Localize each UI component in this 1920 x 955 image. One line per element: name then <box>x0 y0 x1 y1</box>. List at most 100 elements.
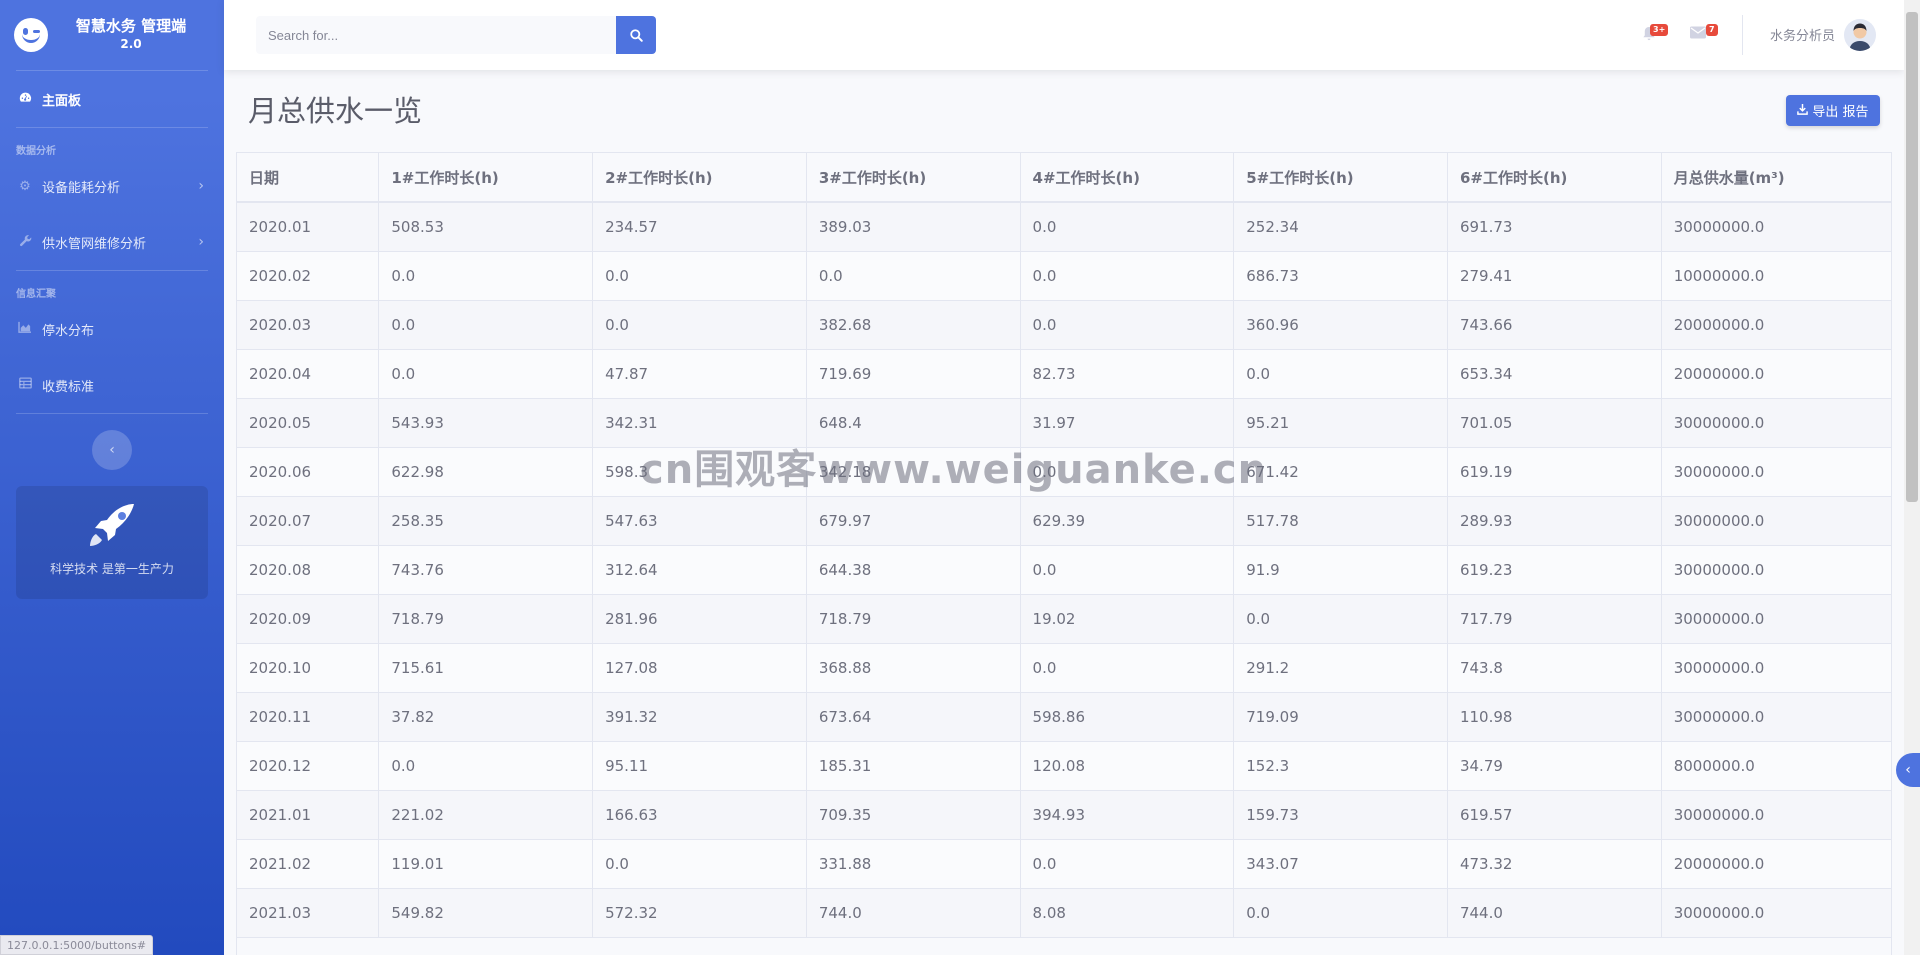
sidebar-item-pipe-repair[interactable]: 供水管网维修分析 › <box>0 214 224 270</box>
table-cell: 382.68 <box>806 300 1021 350</box>
table-header-cell[interactable]: 6#工作时长(h) <box>1447 153 1662 203</box>
sidebar-item-outage[interactable]: 停水分布 <box>0 301 224 357</box>
search-button[interactable] <box>616 16 656 54</box>
sidebar-item-label: 停水分布 <box>42 323 95 339</box>
gear-icon: ⚙ <box>19 178 31 194</box>
table-cell: 549.82 <box>378 888 594 938</box>
table-cell: 185.31 <box>806 741 1021 791</box>
rocket-icon <box>82 500 142 552</box>
table-cell: 110.98 <box>1447 692 1662 742</box>
sidebar-item-dashboard[interactable]: 主面板 <box>0 71 224 127</box>
brand[interactable]: 智慧水务 管理端 2.0 <box>0 0 224 70</box>
table-cell: 30000000.0 <box>1661 790 1891 840</box>
table-cell: 0.0 <box>1233 888 1448 938</box>
table-cell: 547.63 <box>592 496 807 546</box>
table-cell: 718.79 <box>806 594 1021 644</box>
table-cell: 8.08 <box>1020 888 1235 938</box>
table-cell: 2020.06 <box>237 447 380 497</box>
table-cell: 0.0 <box>378 251 594 301</box>
water-supply-table: 日期 1#工作时长(h) 2#工作时长(h) 3#工作时长(h) 4#工作时长(h) 5#… <box>237 153 1891 938</box>
search-input[interactable] <box>256 16 616 54</box>
table-body: 2020.01 508.53 234.57 389.03 0.0 252.34 691.73… <box>237 202 1891 938</box>
table-cell: 619.23 <box>1447 545 1662 595</box>
table-cell: 743.8 <box>1447 643 1662 693</box>
table-cell: 719.69 <box>806 349 1021 399</box>
table-cell: 20000000.0 <box>1661 349 1891 399</box>
table-cell: 20000000.0 <box>1661 300 1891 350</box>
table-header-cell[interactable]: 2#工作时长(h) <box>592 153 807 203</box>
sidebar-item-device-energy[interactable]: ⚙ 设备能耗分析 › <box>0 158 224 214</box>
sidebar-toggle-button[interactable]: ‹ <box>92 430 132 470</box>
table-cell: 312.64 <box>592 545 807 595</box>
table-cell: 10000000.0 <box>1661 251 1891 301</box>
user-name[interactable]: 水务分析员 <box>1770 25 1835 44</box>
sidebar-heading-analysis: 数据分析 <box>16 146 56 157</box>
side-panel-toggle[interactable]: ‹ <box>1896 753 1920 787</box>
table-cell: 221.02 <box>378 790 594 840</box>
table-cell: 2020.10 <box>237 643 380 693</box>
table-cell: 0.0 <box>592 251 807 301</box>
table-cell: 2020.05 <box>237 398 380 448</box>
table-cell: 234.57 <box>592 202 807 252</box>
table-cell: 19.02 <box>1020 594 1235 644</box>
page-title: 月总供水一览 <box>248 94 423 128</box>
messages-button[interactable] <box>1690 26 1706 43</box>
table-header-cell[interactable]: 1#工作时长(h) <box>378 153 594 203</box>
table-cell: 258.35 <box>378 496 594 546</box>
table-cell: 2020.02 <box>237 251 380 301</box>
table-cell: 252.34 <box>1233 202 1448 252</box>
table-cell: 37.82 <box>378 692 594 742</box>
table-cell: 368.88 <box>806 643 1021 693</box>
sidebar-item-label: 供水管网维修分析 <box>42 236 147 252</box>
table-cell: 0.0 <box>1020 545 1235 595</box>
table-cell: 152.3 <box>1233 741 1448 791</box>
sidebar-promo-card: 科学技术 是第一生产力 <box>16 486 208 599</box>
table-cell: 508.53 <box>378 202 594 252</box>
table-cell: 343.07 <box>1233 839 1448 889</box>
table-cell: 0.0 <box>378 349 594 399</box>
table-cell: 120.08 <box>1020 741 1235 791</box>
table-cell: 717.79 <box>1447 594 1662 644</box>
table-cell: 127.08 <box>592 643 807 693</box>
table-cell: 2020.04 <box>237 349 380 399</box>
table-row: 2020.12 0.0 95.11 185.31 120.08 152.3 34.79 800… <box>237 741 1891 791</box>
table-cell: 391.32 <box>592 692 807 742</box>
table-cell: 543.93 <box>378 398 594 448</box>
table-row: 2020.04 0.0 47.87 719.69 82.73 0.0 653.34 20000… <box>237 349 1891 399</box>
table-header-cell[interactable]: 4#工作时长(h) <box>1020 153 1235 203</box>
table-header-cell[interactable]: 3#工作时长(h) <box>806 153 1021 203</box>
avatar[interactable] <box>1844 19 1876 51</box>
water-supply-table-container[interactable]: 日期 1#工作时长(h) 2#工作时长(h) 3#工作时长(h) 4#工作时长(h) 5#… <box>236 152 1892 955</box>
table-cell: 360.96 <box>1233 300 1448 350</box>
table-cell: 709.35 <box>806 790 1021 840</box>
table-cell: 0.0 <box>1020 300 1235 350</box>
table-cell: 0.0 <box>378 741 594 791</box>
table-cell: 572.32 <box>592 888 807 938</box>
table-header-cell[interactable]: 日期 <box>237 153 380 203</box>
sidebar-item-fee[interactable]: 收费标准 <box>0 357 224 413</box>
table-row: 2021.02 119.01 0.0 331.88 0.0 343.07 473.32 200… <box>237 839 1891 889</box>
table-header-cell[interactable]: 5#工作时长(h) <box>1233 153 1448 203</box>
table-cell: 629.39 <box>1020 496 1235 546</box>
table-cell: 281.96 <box>592 594 807 644</box>
export-report-button[interactable]: 导出 报告 <box>1786 95 1880 126</box>
table-cell: 517.78 <box>1233 496 1448 546</box>
table-cell: 331.88 <box>806 839 1021 889</box>
table-icon <box>16 377 34 393</box>
table-cell: 389.03 <box>806 202 1021 252</box>
table-cell: 673.64 <box>806 692 1021 742</box>
table-header-row: 日期 1#工作时长(h) 2#工作时长(h) 3#工作时长(h) 4#工作时长(h) 5#… <box>237 153 1891 203</box>
download-icon <box>1797 103 1809 118</box>
table-cell: 30000000.0 <box>1661 888 1891 938</box>
table-cell: 0.0 <box>1020 202 1235 252</box>
page-scrollbar-thumb[interactable] <box>1906 12 1918 502</box>
table-cell: 20000000.0 <box>1661 839 1891 889</box>
table-cell: 2021.01 <box>237 790 380 840</box>
table-cell: 0.0 <box>1020 643 1235 693</box>
table-cell: 2020.01 <box>237 202 380 252</box>
tachometer-icon <box>16 91 34 108</box>
table-cell: 0.0 <box>592 839 807 889</box>
table-header-cell[interactable]: 月总供水量(m³) <box>1661 153 1891 203</box>
table-cell: 598.86 <box>1020 692 1235 742</box>
brand-text: 智慧水务 管理端 2.0 <box>48 17 224 53</box>
